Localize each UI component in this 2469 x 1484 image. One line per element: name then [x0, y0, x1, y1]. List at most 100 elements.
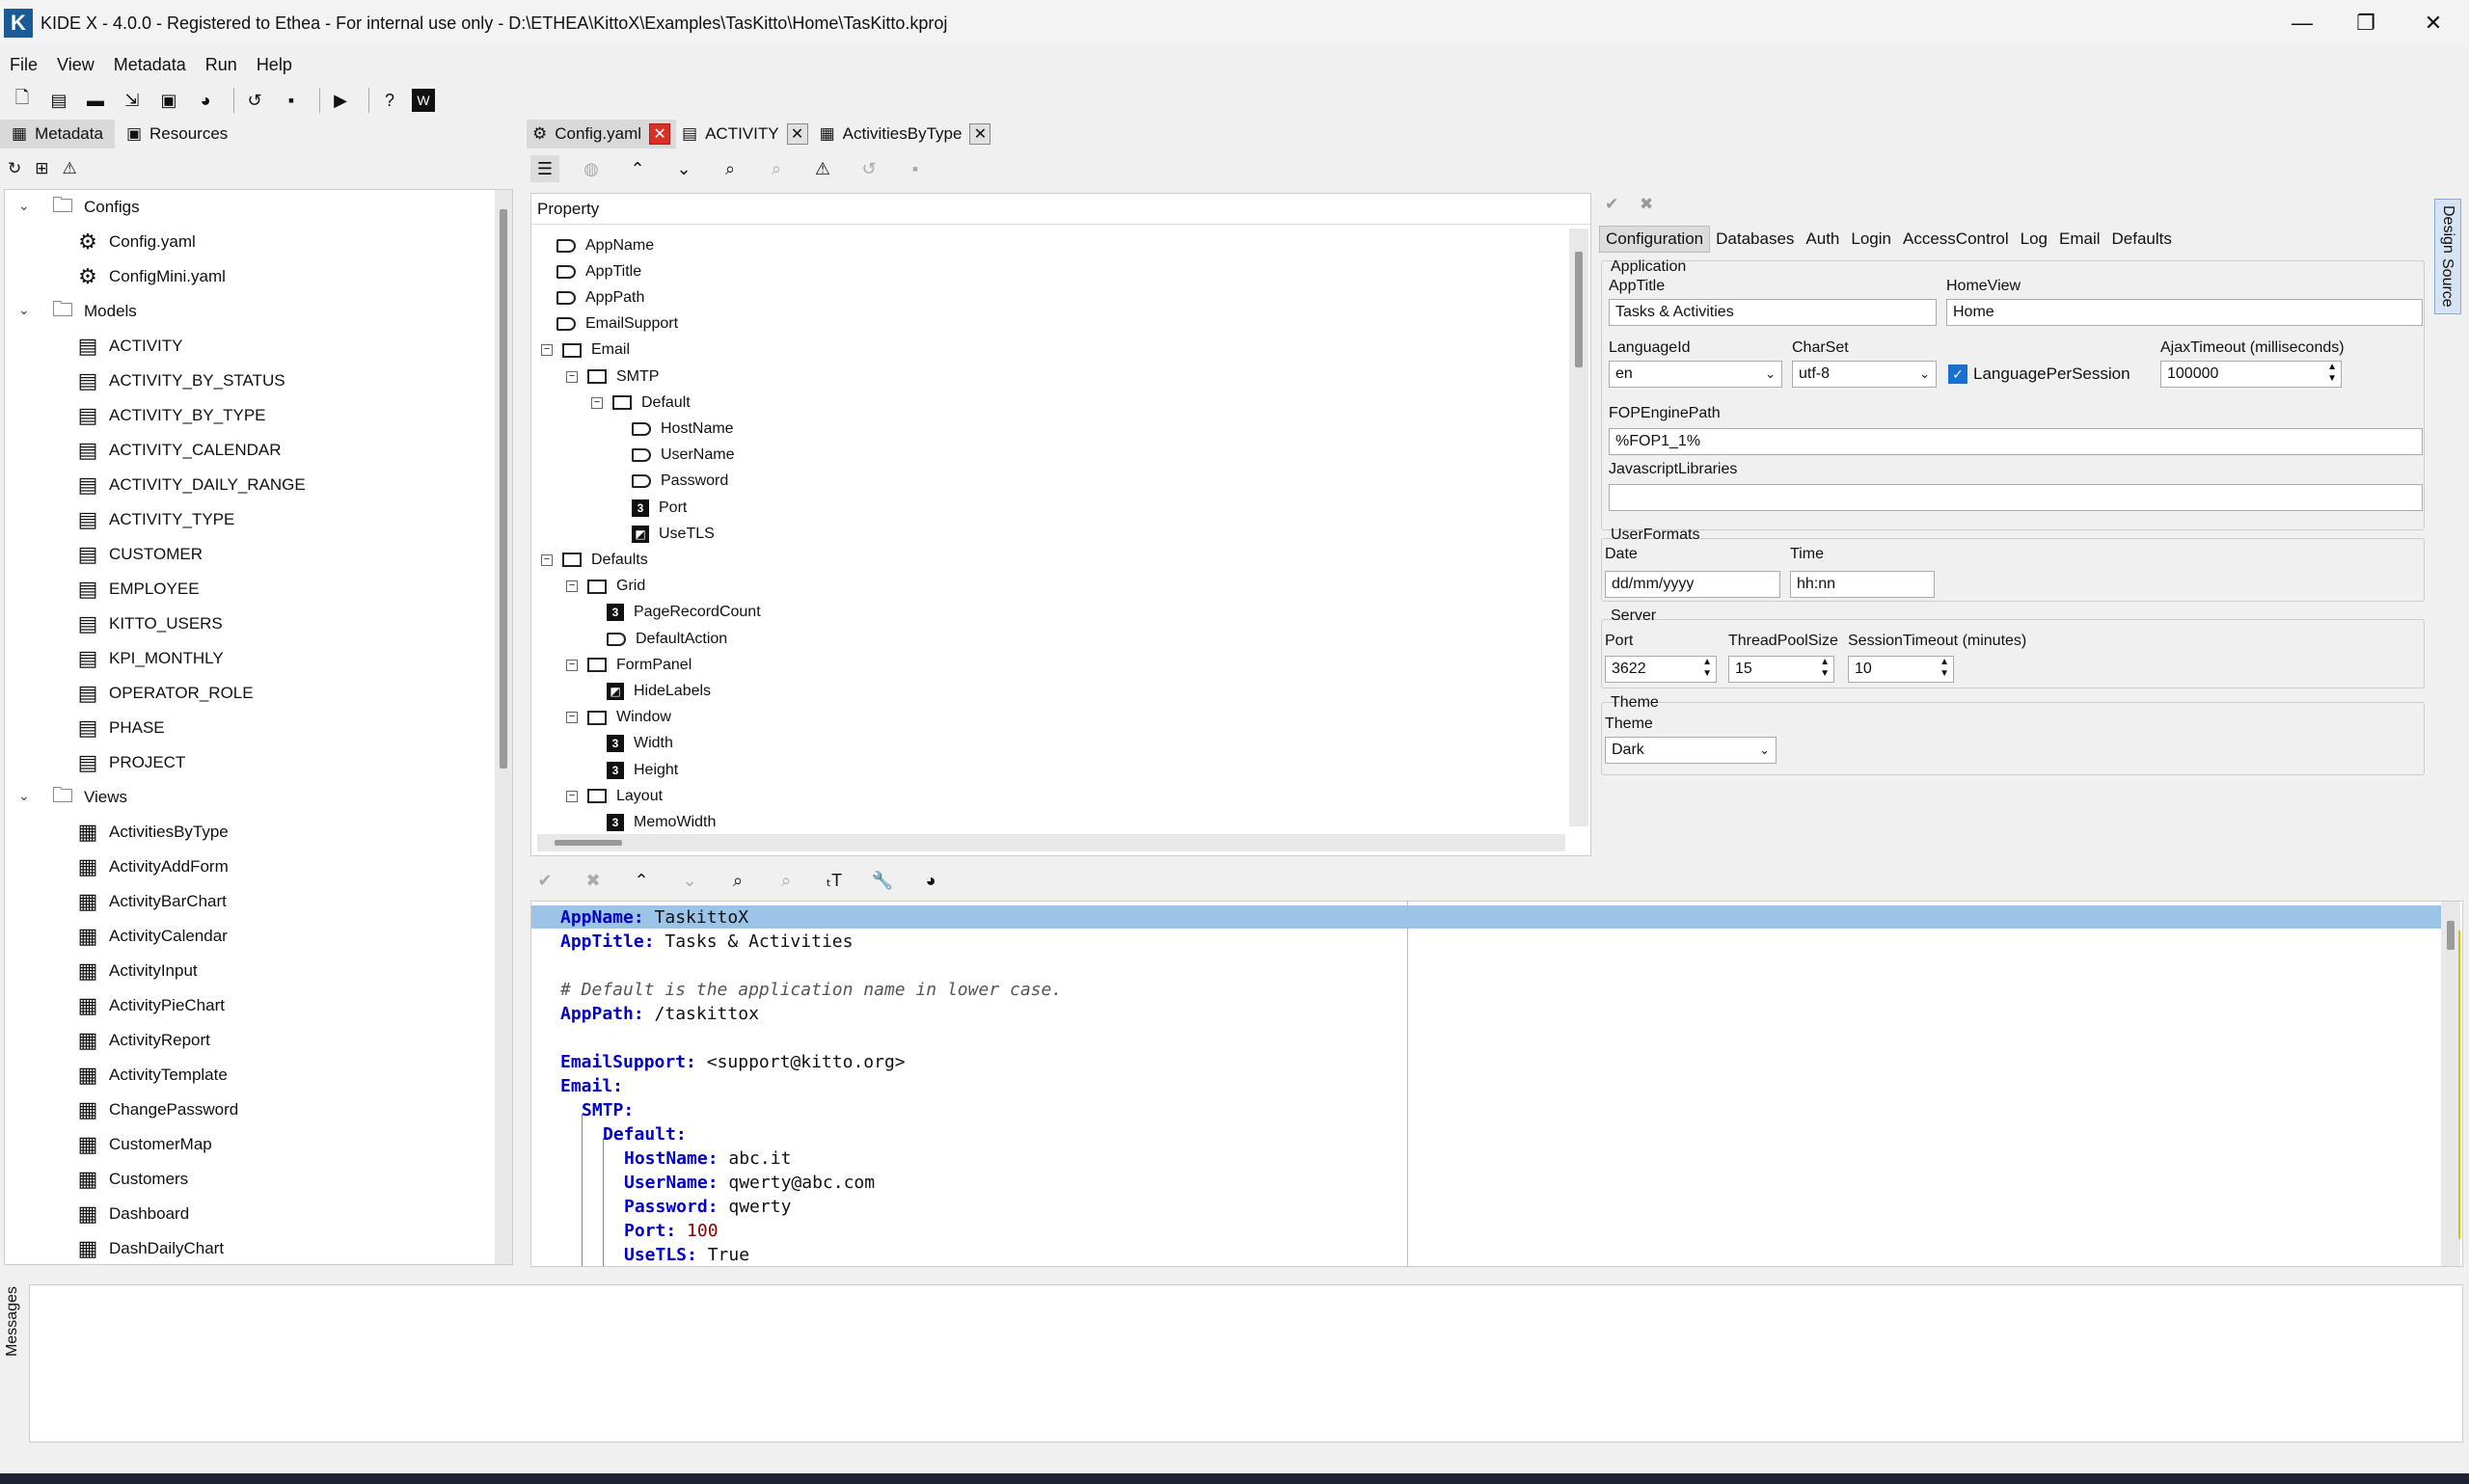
- property-node[interactable]: − Window: [566, 705, 671, 731]
- search-next-icon[interactable]: ⌕: [772, 867, 800, 894]
- collapse-icon[interactable]: ⌄: [18, 788, 30, 804]
- search-icon[interactable]: ⌕: [723, 867, 752, 894]
- spin-icon[interactable]: ▲ ▼: [2327, 362, 2337, 385]
- tree-item-view-activitiesbytype[interactable]: ▦ ActivitiesByType: [72, 815, 229, 850]
- property-node[interactable]: − FormPanel: [566, 652, 692, 678]
- menu-run[interactable]: Run: [196, 55, 247, 75]
- languageid-select[interactable]: en ⌄: [1609, 361, 1782, 388]
- tree-item-view-activityinput[interactable]: ▦ ActivityInput: [72, 954, 198, 988]
- tree-folder-views[interactable]: 🗀 Views: [47, 780, 127, 815]
- tree-item-model-kpi-monthly[interactable]: ▤ KPI_MONTHLY: [72, 641, 224, 676]
- tab-email[interactable]: Email: [2053, 226, 2106, 253]
- apptitle-field[interactable]: Tasks & Activities: [1609, 299, 1937, 326]
- tree-item-model-employee[interactable]: ▤ EMPLOYEE: [72, 572, 200, 607]
- port-stepper[interactable]: 3622 ▲ ▼: [1605, 656, 1717, 683]
- property-node[interactable]: HostName: [632, 416, 734, 442]
- warning-icon[interactable]: ⚠: [63, 159, 77, 178]
- tab-log[interactable]: Log: [2015, 226, 2053, 253]
- tab-login[interactable]: Login: [1845, 226, 1897, 253]
- tree-item-view-changepassword[interactable]: ▦ ChangePassword: [72, 1093, 239, 1127]
- menu-help[interactable]: Help: [247, 55, 302, 75]
- chevron-down-icon[interactable]: ⌄: [675, 867, 704, 894]
- help-icon[interactable]: ?: [375, 87, 404, 114]
- tree-item-model-activity-by-status[interactable]: ▤ ACTIVITY_BY_STATUS: [72, 364, 285, 398]
- tree-item-model-phase[interactable]: ▤ PHASE: [72, 711, 165, 745]
- tree-item-view-activityreport[interactable]: ▦ ActivityReport: [72, 1023, 210, 1058]
- property-node[interactable]: 3 PageRecordCount: [607, 600, 761, 626]
- tab-defaults[interactable]: Defaults: [2106, 226, 2178, 253]
- palette-icon[interactable]: ◕: [191, 87, 220, 114]
- save-icon[interactable]: ▪: [277, 87, 306, 114]
- yaml-editor[interactable]: AppName: TaskittoX AppTitle: Tasks & Act…: [530, 901, 2463, 1267]
- collapse-icon[interactable]: −: [566, 659, 578, 671]
- open-folder-icon[interactable]: ▬: [81, 87, 110, 114]
- tab-accesscontrol[interactable]: AccessControl: [1897, 226, 2015, 253]
- tree-item-model-customer[interactable]: ▤ CUSTOMER: [72, 537, 203, 572]
- tree-item-model-activity-by-type[interactable]: ▤ ACTIVITY_BY_TYPE: [72, 398, 266, 433]
- collapse-icon[interactable]: −: [566, 712, 578, 724]
- save-all-icon[interactable]: ▣: [154, 87, 183, 114]
- tree-item-view-activitycalendar[interactable]: ▦ ActivityCalendar: [72, 919, 228, 954]
- property-node[interactable]: − Default: [591, 390, 691, 416]
- date-format-field[interactable]: dd/mm/yyyy: [1605, 571, 1780, 598]
- property-node[interactable]: AppTitle: [556, 258, 641, 284]
- property-node[interactable]: − Email: [541, 337, 630, 364]
- tree-item-view-activitytemplate[interactable]: ▦ ActivityTemplate: [72, 1058, 228, 1093]
- tree-item-model-activity-daily-range[interactable]: ▤ ACTIVITY_DAILY_RANGE: [72, 468, 306, 502]
- globe-icon[interactable]: ◍: [577, 155, 606, 182]
- tree-folder-configs[interactable]: 🗀 Configs: [47, 190, 140, 225]
- property-node[interactable]: 3 Height: [607, 757, 678, 783]
- property-node[interactable]: DefaultAction: [607, 626, 727, 652]
- fop-engine-path-field[interactable]: %FOP1_1%: [1609, 428, 2423, 455]
- property-node[interactable]: AppName: [556, 232, 654, 258]
- charset-select[interactable]: utf-8 ⌄: [1792, 361, 1937, 388]
- tab-databases[interactable]: Databases: [1710, 226, 1800, 253]
- tree-item-configmini-yaml[interactable]: ⚙ ConfigMini.yaml: [72, 259, 226, 294]
- time-format-field[interactable]: hh:nn: [1790, 571, 1935, 598]
- tree-item-model-activity[interactable]: ▤ ACTIVITY: [72, 329, 183, 364]
- history-icon[interactable]: ↺: [240, 87, 269, 114]
- tab-resources[interactable]: ▣ Resources: [115, 120, 239, 148]
- tree-item-model-kitto-users[interactable]: ▤ KITTO_USERS: [72, 607, 223, 641]
- list-icon[interactable]: ☰: [530, 155, 559, 182]
- wiki-icon[interactable]: W: [412, 89, 435, 112]
- scroll-thumb[interactable]: [500, 209, 507, 769]
- spin-icon[interactable]: ▲ ▼: [1820, 657, 1830, 680]
- new-project-icon[interactable]: ▤: [44, 87, 73, 114]
- property-node[interactable]: − Layout: [566, 783, 663, 809]
- cancel-icon[interactable]: ✖: [1640, 195, 1653, 214]
- maximize-button[interactable]: ❐: [2334, 0, 2398, 46]
- property-hscrollbar[interactable]: [537, 834, 1565, 851]
- side-tab-source[interactable]: Source: [2434, 258, 2461, 326]
- import-icon[interactable]: ⇲: [118, 87, 147, 114]
- property-node[interactable]: 3 Width: [607, 731, 673, 757]
- palette-icon[interactable]: ◕: [916, 867, 945, 894]
- apply-icon[interactable]: ✔: [1605, 195, 1618, 214]
- font-size-icon[interactable]: ₜT: [820, 867, 849, 894]
- thread-pool-stepper[interactable]: 15 ▲ ▼: [1728, 656, 1834, 683]
- tree-item-config-yaml[interactable]: ⚙ Config.yaml: [72, 225, 196, 259]
- tree-item-view-activitypiechart[interactable]: ▦ ActivityPieChart: [72, 988, 225, 1023]
- tree-folder-models[interactable]: 🗀 Models: [47, 294, 137, 329]
- warning-icon[interactable]: ⚠: [808, 155, 837, 182]
- history-icon[interactable]: ↺: [855, 155, 883, 182]
- close-tab-icon[interactable]: ✕: [969, 123, 991, 145]
- tree-item-view-customers[interactable]: ▦ Customers: [72, 1162, 189, 1197]
- collapse-icon[interactable]: −: [566, 580, 578, 593]
- language-per-session-checkbox[interactable]: ✓ LanguagePerSession: [1948, 364, 2130, 384]
- tree-item-view-dashdailychart[interactable]: ▦ DashDailyChart: [72, 1231, 224, 1264]
- property-node[interactable]: − Defaults: [541, 547, 648, 573]
- property-node[interactable]: 3 MemoWidth: [607, 809, 716, 835]
- property-node[interactable]: AppPath: [556, 284, 644, 310]
- tree-item-model-activity-calendar[interactable]: ▤ ACTIVITY_CALENDAR: [72, 433, 282, 468]
- property-node[interactable]: UserName: [632, 443, 734, 469]
- chevron-down-icon[interactable]: ⌄: [669, 155, 698, 182]
- messages-side-tab[interactable]: Messages: [0, 1279, 27, 1394]
- collapse-icon[interactable]: −: [566, 370, 578, 383]
- apply-icon[interactable]: ✔: [530, 867, 559, 894]
- session-timeout-stepper[interactable]: 10 ▲ ▼: [1848, 656, 1954, 683]
- tab-activitiesbytype[interactable]: ▦ ActivitiesByType ✕: [814, 120, 997, 148]
- spin-icon[interactable]: ▲ ▼: [1702, 657, 1712, 680]
- theme-select[interactable]: Dark ⌄: [1605, 737, 1777, 764]
- save-icon[interactable]: ▪: [901, 155, 930, 182]
